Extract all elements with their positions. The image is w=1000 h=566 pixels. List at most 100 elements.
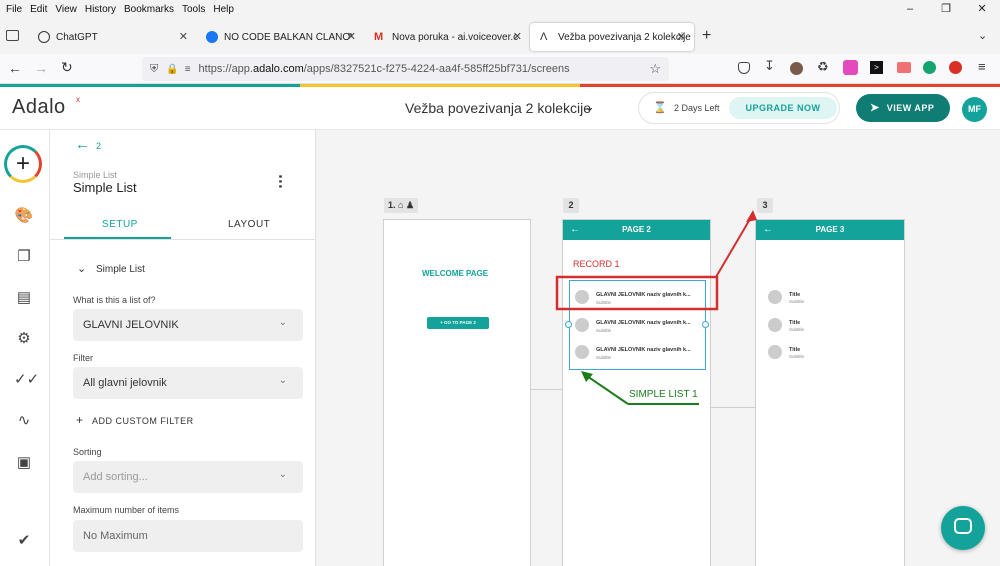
tab-setup[interactable]: SETUP [102,219,138,230]
app-menu-icon[interactable]: ≡ [978,59,986,74]
tab-chatgpt[interactable]: ChatGPT ✕ [28,23,196,51]
adalo-favicon-icon: Λ [540,31,548,43]
list-of-select[interactable]: GLAVNI JELOVNIK ⌄ [73,309,303,341]
palette-icon[interactable]: 🎨 [14,206,34,226]
new-tab-icon[interactable]: + [702,27,711,45]
close-tab-icon[interactable]: ✕ [677,30,686,43]
analytics-icon[interactable]: ∿ [14,411,34,431]
user-avatar[interactable]: MF [962,97,987,122]
sorting-select[interactable]: Add sorting... ⌄ [73,461,303,493]
screen-3[interactable]: ← PAGE 3 Title Subtitle Title Subtitle T… [755,219,905,566]
sharing-icon[interactable]: ▣ [14,453,34,473]
gmail-extension-icon[interactable] [949,61,962,74]
list-row-subtitle: Subtitle [596,300,612,305]
tab-label: Vežba povezivanja 2 kolekcije [558,31,691,43]
list-row-title: GLAVNI JELOVNIK naziv glavnih k... [596,347,691,353]
menu-view[interactable]: View [55,4,77,15]
list-tabs-icon[interactable]: ⌄ [978,29,987,42]
welcome-text: WELCOME PAGE [422,269,489,278]
close-tab-icon[interactable]: ✕ [347,30,356,43]
tab-layout[interactable]: LAYOUT [228,219,270,230]
screen-3-title: PAGE 3 [815,225,845,234]
menu-bookmarks[interactable]: Bookmarks [124,4,174,15]
link-line [530,389,563,390]
builder-canvas[interactable]: 1. ⌂ ♟ WELCOME PAGE + GO TO PAGE 2 2 ← P… [316,130,1000,566]
download-icon[interactable]: ↧ [764,58,775,74]
upgrade-button[interactable]: UPGRADE NOW [729,97,837,119]
max-items-input[interactable]: No Maximum [73,520,303,552]
max-items-label: Maximum number of items [73,505,180,515]
menu-file[interactable]: File [6,4,22,15]
back-icon[interactable]: ← [8,60,22,76]
close-tab-icon[interactable]: ✕ [513,30,522,43]
help-chat-button[interactable] [941,506,985,550]
back-arrow-icon[interactable]: ← [75,136,90,153]
forward-icon[interactable]: → [34,60,48,76]
tab-facebook[interactable]: NO CODE BALKAN ČLANOVI | F ✕ [196,23,364,51]
go-to-page-2-button[interactable]: + GO TO PAGE 2 [427,317,489,329]
bookmark-star-icon[interactable]: ☆ [649,61,661,77]
screen-2-label[interactable]: 2 [563,198,579,213]
chevron-down-icon[interactable]: ⌄ [584,99,595,115]
minimize-icon[interactable]: – [892,0,928,18]
back-label[interactable]: 2 [96,141,101,151]
database-icon[interactable]: ▤ [14,288,34,308]
grammarly-icon[interactable] [923,61,936,74]
tab-label: Nova poruka - ai.voiceover.cre [392,31,518,43]
tab-gmail[interactable]: M Nova poruka - ai.voiceover.cre ✕ [364,23,530,51]
extensions-icon[interactable]: ♻ [817,59,829,75]
back-icon: ← [570,224,580,235]
shield-icon[interactable]: ⛨ [150,63,158,76]
verified-badge-icon[interactable]: ✔ [14,531,34,551]
view-app-button[interactable]: ➤ VIEW APP [856,94,950,122]
list-row-title: GLAVNI JELOVNIK naziv glavnih k... [596,320,691,326]
tab-adalo[interactable]: Λ Vežba povezivanja 2 kolekcije ✕ [530,23,694,51]
permissions-icon[interactable]: ≡ [185,64,191,75]
project-title[interactable]: Vežba povezivanja 2 kolekcije [405,100,591,116]
menu-tools[interactable]: Tools [182,4,205,15]
chat-extension-icon[interactable] [897,62,911,73]
close-tab-icon[interactable]: ✕ [179,30,188,43]
close-window-icon[interactable]: ✕ [964,0,1000,18]
menu-edit[interactable]: Edit [30,4,47,15]
restore-icon[interactable]: ❐ [928,0,964,18]
publish-check-icon[interactable]: ✓✓ [14,370,39,390]
menu-help[interactable]: Help [213,4,234,15]
list-row-subtitle: Subtitle [789,327,805,332]
list-row-title: Title [789,292,801,298]
terminal-extension-icon[interactable]: > [870,61,883,74]
screen-1-label[interactable]: 1. ⌂ ♟ [384,198,419,213]
more-options-icon[interactable]: ⋯ [272,174,289,189]
resize-handle[interactable] [702,321,709,328]
screen-3-label[interactable]: 3 [757,198,773,213]
adalo-logo[interactable]: Adalo [12,96,66,119]
resize-handle[interactable] [565,321,572,328]
section-chevron-icon[interactable]: ⌄ [77,262,86,275]
url-text[interactable]: https://app.adalo.com/apps/8327521c-f275… [199,63,570,75]
menu-history[interactable]: History [85,4,116,15]
off-extension-icon[interactable] [843,60,858,75]
add-filter-button[interactable]: ADD CUSTOM FILTER [92,416,194,426]
section-title[interactable]: Simple List [96,264,145,275]
reload-icon[interactable]: ↻ [61,59,73,76]
list-of-label: What is this a list of? [73,295,156,305]
lock-icon[interactable]: 🔒 [166,64,178,75]
plus-icon[interactable]: + [76,413,83,427]
chevron-down-icon: ⌄ [278,317,287,328]
tab-overview-icon[interactable] [6,30,19,41]
add-component-button[interactable]: + [4,145,42,183]
settings-gear-icon[interactable]: ⚙ [14,329,34,349]
pocket-icon[interactable] [738,62,750,74]
screen-1[interactable]: WELCOME PAGE + GO TO PAGE 2 [383,219,531,566]
profile-avatar-icon[interactable] [790,62,803,75]
list-row-avatar [768,290,782,304]
component-name[interactable]: Simple List [73,180,137,195]
screens-icon[interactable]: ❐ [14,247,34,267]
filter-select[interactable]: All glavni jelovnik ⌄ [73,367,303,399]
url-bar[interactable]: ⛨ 🔒 ≡ https://app.adalo.com/apps/8327521… [142,57,669,81]
url-prefix: https://app. [198,63,253,75]
screen-2-header: ← PAGE 2 [563,220,710,240]
hourglass-icon: ⌛ [653,102,667,114]
list-row-subtitle: Subtitle [789,354,805,359]
list-row-title: Title [789,320,801,326]
